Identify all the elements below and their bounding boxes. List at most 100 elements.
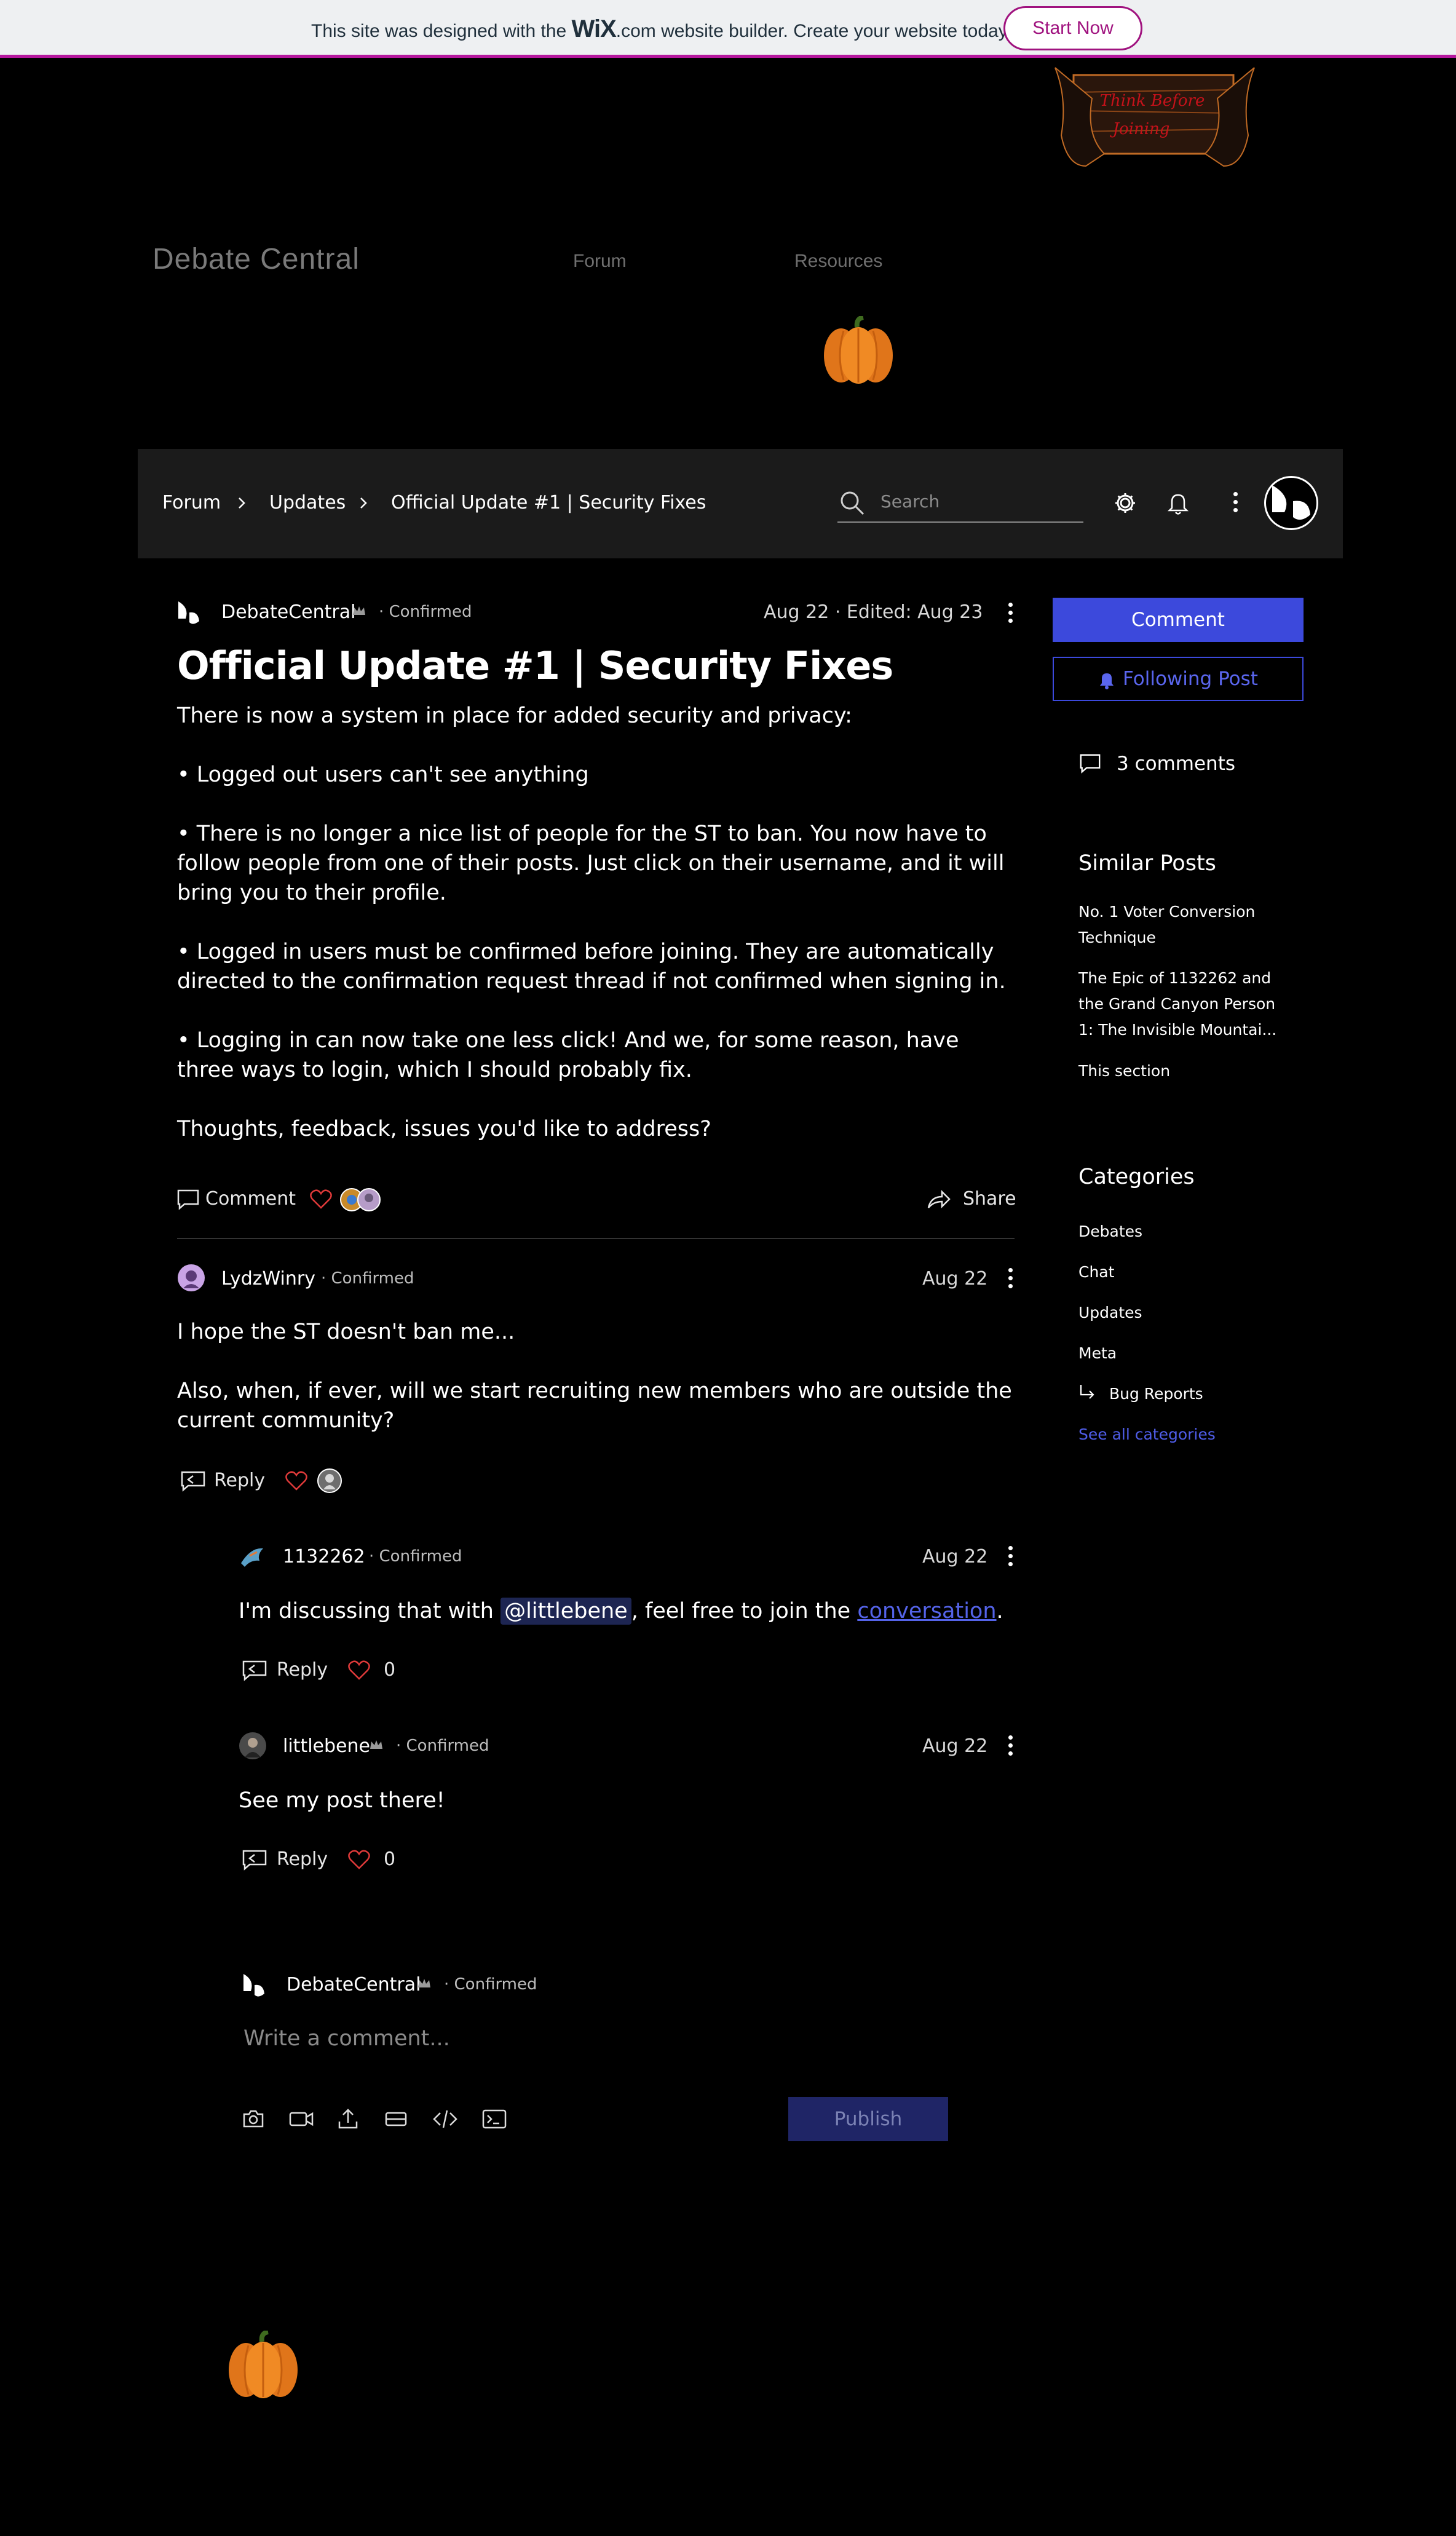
status-text: Confirmed [331, 1269, 414, 1288]
edited-date: Aug 23 [917, 601, 983, 623]
reply-button[interactable]: Reply [277, 1849, 328, 1870]
nav-resources[interactable]: Resources [794, 251, 882, 272]
sidebar-comment-button[interactable]: Comment [1053, 598, 1304, 642]
banner-text-before: This site was designed with the [311, 21, 572, 41]
composer-status: · Confirmed [444, 1975, 537, 1994]
banner-text: This site was designed with the WiX.com … [311, 15, 1011, 43]
start-now-button[interactable]: Start Now [1003, 6, 1142, 50]
breadcrumb-forum[interactable]: Forum [162, 492, 221, 513]
categories-heading: Categories [1078, 1165, 1195, 1189]
site-title[interactable]: Debate Central [152, 242, 360, 276]
pumpkin-icon [823, 316, 894, 385]
comment-author[interactable]: LydzWinry [221, 1268, 315, 1290]
upload-icon[interactable] [336, 2107, 360, 2131]
replier-avatar[interactable] [239, 1732, 267, 1760]
comment-more-icon[interactable] [1008, 1268, 1015, 1292]
liker-avatar[interactable] [316, 1467, 343, 1494]
nav-forum[interactable]: Forum [573, 251, 627, 272]
author-avatar[interactable] [177, 600, 200, 625]
video-icon[interactable] [288, 2107, 315, 2131]
user-mention[interactable]: @littlebene [501, 1598, 631, 1625]
composer-avatar [242, 1973, 266, 1997]
reply-text-part: . [996, 1599, 1003, 1623]
subcategory-arrow-icon [1078, 1384, 1097, 1402]
wix-logo: WiX [571, 15, 617, 42]
breadcrumb-current: Official Update #1 | Security Fixes [391, 492, 706, 513]
post-dates: Aug 22 · Edited: Aug 23 [764, 601, 983, 623]
gear-icon[interactable] [1112, 489, 1139, 517]
status-text: Confirmed [389, 603, 472, 621]
more-options-icon[interactable] [1233, 492, 1240, 516]
reply-author[interactable]: 1132262 [283, 1546, 365, 1567]
post-comment-button[interactable]: Comment [205, 1188, 296, 1210]
crown-icon [417, 1978, 432, 1990]
post-paragraph: Thoughts, feedback, issues you'd like to… [177, 1117, 711, 1141]
follow-label: Following Post [1123, 668, 1258, 690]
replier-avatar[interactable] [239, 1542, 267, 1571]
share-button[interactable]: Share [963, 1188, 1016, 1210]
reply-more-icon[interactable] [1008, 1735, 1015, 1759]
reply-author[interactable]: littlebene [283, 1735, 370, 1757]
reply-button[interactable]: Reply [214, 1470, 265, 1491]
comment-text: Also, when, if ever, will we start recru… [177, 1379, 1012, 1433]
reply-status: · Confirmed [369, 1547, 462, 1566]
category-debates[interactable]: Debates [1078, 1219, 1288, 1245]
bell-icon [1098, 671, 1115, 689]
heart-icon[interactable] [284, 1468, 309, 1493]
category-chat[interactable]: Chat [1078, 1259, 1288, 1285]
see-all-categories-link[interactable]: See all categories [1078, 1422, 1288, 1448]
reply-button[interactable]: Reply [277, 1659, 328, 1681]
post-date: Aug 22 [764, 601, 829, 623]
comment-input[interactable] [242, 2023, 921, 2054]
sign-text-2: Joining [1110, 120, 1170, 138]
reply-icon[interactable] [180, 1468, 207, 1493]
edited-label: Edited: [846, 601, 912, 623]
reply-icon[interactable] [241, 1658, 268, 1682]
search-icon [839, 489, 866, 517]
share-icon[interactable] [926, 1187, 951, 1211]
chevron-right-icon [236, 492, 248, 514]
heart-icon[interactable] [309, 1187, 333, 1211]
post-more-icon[interactable] [1008, 603, 1015, 627]
reply-text-part: I'm discussing that with [239, 1599, 501, 1623]
user-avatar[interactable] [1264, 476, 1318, 530]
code-icon[interactable] [432, 2107, 459, 2131]
comment-icon[interactable] [176, 1187, 200, 1211]
bell-icon[interactable] [1165, 489, 1192, 517]
wix-banner: This site was designed with the WiX.com … [0, 0, 1456, 58]
pumpkin-icon [228, 2331, 299, 2399]
similar-post-link[interactable]: The Epic of 1132262 and the Grand Canyon… [1078, 965, 1288, 1043]
heart-icon[interactable] [347, 1847, 371, 1872]
conversation-link[interactable]: conversation [857, 1599, 996, 1623]
reply-text: I'm discussing that with @littlebene, fe… [239, 1596, 1003, 1626]
heart-icon[interactable] [347, 1658, 371, 1682]
post-paragraph: There is now a system in place for added… [177, 703, 852, 728]
category-updates[interactable]: Updates [1078, 1300, 1288, 1326]
reply-more-icon[interactable] [1008, 1546, 1015, 1570]
terminal-icon[interactable] [481, 2107, 508, 2131]
post-divider [177, 1238, 1015, 1239]
post-author[interactable]: DebateCentral [221, 601, 355, 623]
post-paragraph: • Logged out users can't see anything [177, 763, 589, 787]
post-paragraph: • Logging in can now take one less click… [177, 1028, 959, 1082]
similar-post-link[interactable]: No. 1 Voter Conversion Technique [1078, 899, 1288, 951]
following-post-button[interactable]: Following Post [1053, 657, 1304, 701]
search-input[interactable] [879, 488, 1078, 514]
commenter-avatar[interactable] [177, 1264, 205, 1292]
category-bug-reports[interactable]: Bug Reports [1109, 1381, 1318, 1407]
reply-date: Aug 22 [922, 1735, 988, 1757]
reply-text-part: , feel free to join the [631, 1599, 858, 1623]
status-text: Confirmed [454, 1975, 537, 1994]
comment-icon [1078, 751, 1102, 775]
breadcrumb-updates[interactable]: Updates [269, 492, 346, 513]
post-status: · Confirmed [379, 603, 472, 621]
camera-icon[interactable] [241, 2107, 266, 2131]
reply-status: · Confirmed [396, 1737, 489, 1755]
similar-post-link[interactable]: This section [1078, 1058, 1288, 1084]
gif-icon[interactable] [384, 2107, 408, 2131]
reply-icon[interactable] [241, 1847, 268, 1872]
status-text: Confirmed [406, 1737, 489, 1755]
likers-avatars[interactable] [339, 1187, 385, 1213]
publish-button[interactable]: Publish [788, 2097, 948, 2141]
category-meta[interactable]: Meta [1078, 1341, 1288, 1366]
